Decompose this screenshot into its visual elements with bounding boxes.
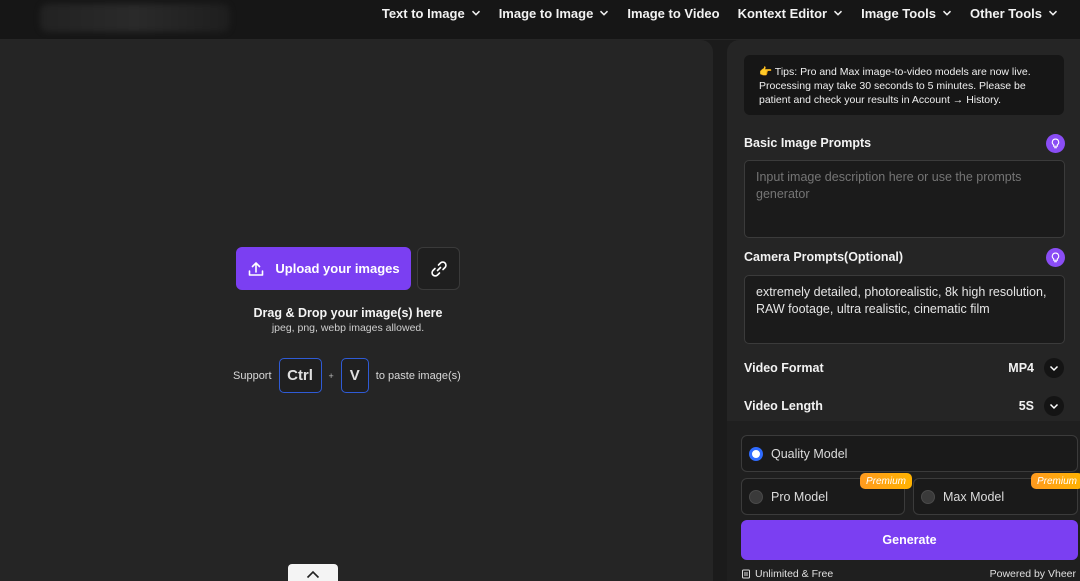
quality-model-label: Quality Model — [771, 446, 848, 461]
footer-unlimited-text: Unlimited & Free — [755, 568, 834, 580]
tips-box: 👉 Tips: Pro and Max image-to-video model… — [744, 55, 1064, 115]
upload-icon — [249, 261, 264, 276]
top-navigation-bar: Text to Image Image to Image Image to Vi… — [0, 0, 1080, 40]
link-icon — [430, 260, 447, 277]
max-model-option[interactable]: Max Model Premium — [913, 473, 1080, 515]
max-model-radio[interactable] — [921, 489, 935, 504]
chevron-down-icon — [1049, 403, 1059, 409]
footer-unlimited: Unlimited & Free — [741, 568, 833, 580]
ctrl-key: Ctrl — [278, 358, 322, 393]
nav-item-label: Image Tools — [861, 5, 937, 21]
chevron-down-icon — [1048, 10, 1058, 16]
max-model-label: Max Model — [943, 489, 1005, 504]
chevron-up-icon — [306, 570, 320, 578]
camera-prompt-label: Camera Prompts(Optional) — [744, 250, 904, 264]
nav-item-image-tools[interactable]: Image Tools — [861, 6, 952, 21]
footer-powered-by: Powered by Vheer — [989, 568, 1076, 580]
chevron-down-icon — [471, 10, 480, 16]
video-length-label: Video Length — [744, 399, 823, 413]
camera-prompt-input[interactable]: extremely detailed, photorealistic, 8k h… — [744, 275, 1065, 344]
paste-hint-prefix: Support — [233, 369, 272, 382]
chevron-down-icon — [834, 10, 843, 16]
plus-sign: + — [328, 370, 334, 381]
video-format-dropdown-button[interactable] — [1044, 358, 1064, 378]
video-format-label: Video Format — [744, 361, 824, 375]
nav-item-label: Kontext Editor — [737, 5, 828, 21]
nav-item-image-to-image[interactable]: Image to Image — [499, 6, 610, 21]
site-logo[interactable] — [40, 4, 230, 32]
video-length-value: 5S — [1018, 399, 1034, 413]
chevron-down-icon — [600, 10, 609, 16]
v-key: V — [340, 358, 369, 393]
video-format-select[interactable]: MP4 — [1008, 358, 1064, 378]
nav-item-label: Image to Video — [627, 5, 720, 21]
upload-panel[interactable]: Upload your images Drag & Drop your imag… — [0, 40, 713, 581]
paste-hint-suffix: to paste image(s) — [375, 369, 461, 382]
nav-item-text-to-image[interactable]: Text to Image — [382, 6, 481, 21]
generate-button[interactable]: Generate — [741, 520, 1078, 560]
nav-item-label: Other Tools — [970, 5, 1042, 21]
paste-hint: Support Ctrl + V to paste image(s) — [233, 358, 461, 393]
chevron-down-icon — [942, 10, 952, 16]
nav-item-other-tools[interactable]: Other Tools — [970, 6, 1058, 21]
upload-button-label: Upload your images — [275, 261, 400, 276]
prompt-generator-button[interactable] — [1046, 134, 1065, 153]
nav-item-kontext-editor[interactable]: Kontext Editor — [738, 6, 844, 21]
video-length-select[interactable]: 5S — [1019, 396, 1064, 416]
quality-model-radio[interactable] — [749, 446, 763, 461]
drop-zone-title: Drag & Drop your image(s) here — [253, 306, 443, 320]
quality-model-option[interactable]: Quality Model — [741, 435, 1078, 472]
lightbulb-icon — [1051, 252, 1060, 263]
basic-prompt-label: Basic Image Prompts — [744, 136, 872, 150]
premium-badge: Premium — [1031, 473, 1080, 489]
drop-zone-subtitle: jpeg, png, webp images allowed. — [271, 322, 425, 334]
upload-images-button[interactable]: Upload your images — [236, 247, 411, 290]
nav-item-label: Text to Image — [381, 5, 465, 21]
pro-model-radio[interactable] — [749, 489, 763, 504]
video-length-row[interactable]: Video Length 5S — [744, 395, 1064, 417]
document-icon — [742, 569, 750, 579]
paste-url-button[interactable] — [417, 247, 460, 290]
nav-item-image-to-video[interactable]: Image to Video — [627, 6, 719, 21]
camera-prompt-generator-button[interactable] — [1046, 248, 1065, 267]
premium-badge: Premium — [860, 473, 913, 489]
pro-model-label: Pro Model — [771, 489, 828, 504]
main-nav: Text to Image Image to Image Image to Vi… — [382, 0, 1058, 26]
generate-section: Quality Model Pro Model Premium Max Mode… — [727, 421, 1080, 581]
video-format-row[interactable]: Video Format MP4 — [744, 357, 1064, 379]
pro-model-option[interactable]: Pro Model Premium — [741, 473, 913, 515]
basic-prompt-input[interactable] — [744, 160, 1065, 238]
nav-item-label: Image to Image — [498, 5, 594, 21]
chevron-down-icon — [1049, 365, 1059, 371]
lightbulb-icon — [1051, 138, 1060, 149]
video-length-dropdown-button[interactable] — [1044, 396, 1064, 416]
video-format-value: MP4 — [1008, 361, 1034, 375]
scroll-up-button[interactable] — [288, 564, 338, 581]
